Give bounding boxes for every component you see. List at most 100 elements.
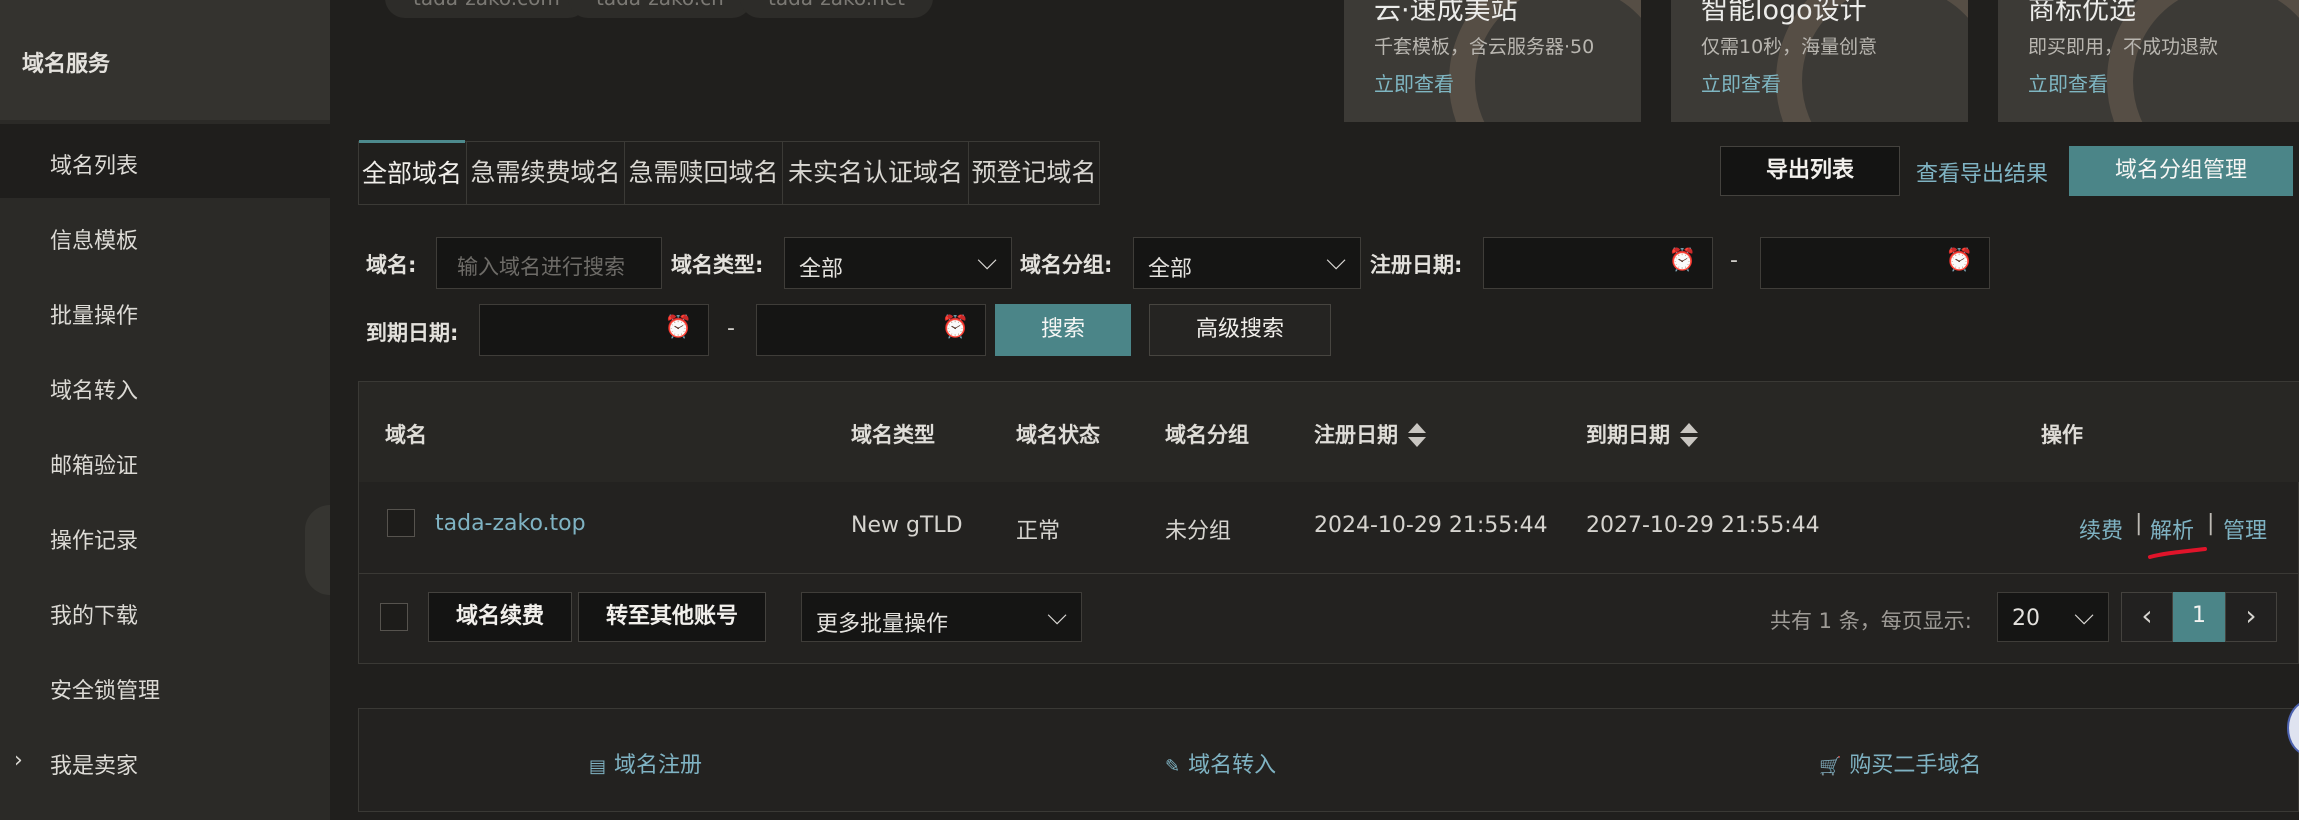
dns-resolve-link[interactable]: 解析 [2150, 513, 2194, 545]
col-type: 域名类型 [851, 423, 935, 447]
search-button[interactable]: 搜索 [995, 304, 1131, 356]
group-manage-button[interactable]: 域名分组管理 [2069, 146, 2293, 196]
domain-tabs: 全部域名 急需续费域名 急需赎回域名 未实名认证域名 预登记域名 [358, 140, 1100, 205]
promo-banner[interactable]: 智能logo设计 仅需10秒，海量创意 立即查看 [1671, 0, 1968, 122]
footer-link-buy-secondhand[interactable]: 🛒 购买二手域名 [1819, 747, 1981, 779]
action-separator: | [2135, 511, 2143, 536]
chevron-down-icon: ⌵ [2074, 601, 2094, 631]
tab-renew-urgent[interactable]: 急需续费域名 [466, 142, 624, 204]
banner-link[interactable]: 立即查看 [2028, 68, 2108, 97]
sort-icon[interactable] [1678, 423, 1700, 449]
next-page-button[interactable]: › [2225, 592, 2277, 642]
table-row: tada-zako.top New gTLD 正常 未分组 2024-10-29… [359, 483, 2298, 574]
action-separator: | [2207, 511, 2215, 536]
row-checkbox[interactable] [387, 509, 415, 537]
reg-date-cell: 2024-10-29 21:55:44 [1314, 513, 1548, 538]
domain-group-cell: 未分组 [1165, 519, 1232, 544]
banner-title: 商标优选 [2028, 0, 2136, 26]
col-exp-date[interactable]: 到期日期 [1586, 419, 1700, 449]
sidebar-item-domain-list[interactable]: 域名列表 [0, 124, 330, 198]
sidebar-collapse-handle[interactable] [305, 505, 330, 595]
date-range-separator: - [727, 316, 735, 341]
col-actions: 操作 [2041, 423, 2083, 447]
clock-icon: ⏰ [1945, 248, 1973, 273]
quick-links-panel: ▤ 域名注册 ✎ 域名转入 🛒 购买二手域名 [358, 708, 2299, 812]
footer-link-register[interactable]: ▤ 域名注册 [589, 747, 702, 779]
domain-filter-label: 域名: [366, 253, 417, 277]
red-underline-annotation [2148, 547, 2207, 559]
reg-date-start-input[interactable]: ⏰ [1483, 237, 1713, 289]
footer-link-label: 购买二手域名 [1849, 753, 1982, 778]
sidebar: 域名服务 域名列表 信息模板 批量操作 域名转入 邮箱验证 操作记录 我的下载 … [0, 0, 330, 820]
sort-icon[interactable] [1406, 423, 1428, 449]
page-size-select[interactable]: 20 ⌵ [1997, 592, 2109, 642]
chevron-right-icon: › [14, 748, 23, 773]
table-header: 域名 域名类型 域名状态 域名分组 注册日期 到期日期 操作 [359, 382, 2299, 482]
sidebar-item-batch-ops[interactable]: 批量操作 [0, 274, 330, 348]
domain-link[interactable]: tada-zako.top [435, 511, 586, 536]
sidebar-item-my-downloads[interactable]: 我的下载 [0, 574, 330, 648]
col-exp-date-label: 到期日期 [1586, 423, 1670, 447]
sidebar-item-label: 我的下载 [50, 604, 139, 629]
sidebar-item-domain-transfer-in[interactable]: 域名转入 [0, 349, 330, 423]
domain-tag[interactable]: tada-zako.net [740, 0, 933, 18]
select-all-checkbox[interactable] [380, 603, 408, 631]
sidebar-item-email-verify[interactable]: 邮箱验证 [0, 424, 330, 498]
pagination-summary: 共有 1 条，每页显示: [1770, 609, 1972, 633]
sidebar-item-seller[interactable]: › 我是卖家 [0, 724, 330, 798]
domain-group-select[interactable]: 全部 ⌵ [1133, 237, 1361, 289]
banner-subtitle: 仅需10秒，海量创意 [1701, 36, 1878, 58]
sidebar-item-operation-log[interactable]: 操作记录 [0, 499, 330, 573]
transfer-account-button[interactable]: 转至其他账号 [578, 592, 766, 642]
reg-date-label: 注册日期: [1370, 253, 1463, 277]
col-group: 域名分组 [1165, 423, 1249, 447]
sidebar-item-security-lock[interactable]: 安全锁管理 [0, 649, 330, 723]
export-list-button[interactable]: 导出列表 [1720, 146, 1900, 196]
date-range-separator: - [1730, 248, 1738, 273]
tab-redeem-urgent[interactable]: 急需赎回域名 [624, 142, 782, 204]
reg-date-end-input[interactable]: ⏰ [1760, 237, 1990, 289]
clock-icon: ⏰ [941, 315, 969, 340]
footer-link-transfer-in[interactable]: ✎ 域名转入 [1165, 747, 1276, 779]
sidebar-item-label: 安全锁管理 [50, 679, 161, 704]
banner-link[interactable]: 立即查看 [1701, 68, 1781, 97]
tab-all-domains[interactable]: 全部域名 [359, 140, 465, 205]
current-page-button[interactable]: 1 [2173, 592, 2225, 642]
tab-preregistered[interactable]: 预登记域名 [968, 142, 1099, 204]
chevron-down-icon: ⌵ [1047, 601, 1067, 631]
exp-date-end-input[interactable]: ⏰ [756, 304, 986, 356]
domain-type-select[interactable]: 全部 ⌵ [784, 237, 1012, 289]
renew-link[interactable]: 续费 [2079, 513, 2123, 545]
type-filter-label: 域名类型: [671, 253, 764, 277]
bulk-renew-button[interactable]: 域名续费 [428, 592, 572, 642]
sidebar-title: 域名服务 [22, 52, 111, 77]
group-filter-label: 域名分组: [1020, 253, 1113, 277]
banner-link[interactable]: 立即查看 [1374, 68, 1454, 97]
domain-tag[interactable]: tada-zako.com [385, 0, 588, 18]
promo-banner[interactable]: 商标优选 即买即用，不成功退款 立即查看 [1998, 0, 2299, 122]
sidebar-item-label: 我是卖家 [50, 754, 139, 779]
domain-status-cell: 正常 [1016, 519, 1061, 544]
sidebar-item-info-template[interactable]: 信息模板 [0, 199, 330, 273]
manage-link[interactable]: 管理 [2223, 513, 2267, 545]
promo-banner[interactable]: 云·速成美站 千套模板，含云服务器·50 立即查看 [1344, 0, 1641, 122]
sidebar-item-label: 信息模板 [50, 229, 139, 254]
tab-unverified[interactable]: 未实名认证域名 [782, 142, 968, 204]
footer-link-label: 域名注册 [614, 753, 703, 778]
col-reg-date[interactable]: 注册日期 [1314, 419, 1428, 449]
exp-date-label: 到期日期: [366, 321, 459, 345]
banner-subtitle: 即买即用，不成功退款 [2028, 36, 2219, 58]
banner-subtitle: 千套模板，含云服务器·50 [1374, 36, 1595, 58]
col-domain: 域名 [385, 423, 427, 447]
domain-search-input[interactable]: 输入域名进行搜索 [436, 237, 662, 289]
view-export-results-link[interactable]: 查看导出结果 [1916, 156, 2048, 188]
chevron-down-icon: ⌵ [977, 246, 997, 276]
exp-date-start-input[interactable]: ⏰ [479, 304, 709, 356]
more-bulk-ops-select[interactable]: 更多批量操作 ⌵ [801, 592, 1082, 642]
domain-tag[interactable]: tada-zako.cn [568, 0, 752, 18]
domain-search-placeholder: 输入域名进行搜索 [457, 255, 625, 279]
prev-page-button[interactable]: ‹ [2121, 592, 2173, 642]
more-bulk-ops-value: 更多批量操作 [816, 612, 949, 637]
domain-group-value: 全部 [1148, 257, 1193, 282]
advanced-search-button[interactable]: 高级搜索 [1149, 304, 1331, 356]
